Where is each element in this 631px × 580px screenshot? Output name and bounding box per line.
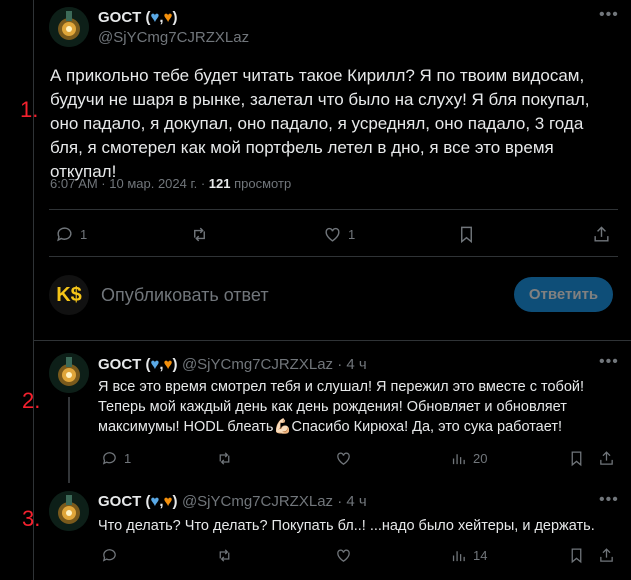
bookmark-button[interactable]	[457, 225, 476, 244]
heart-icon	[337, 452, 350, 465]
avatar[interactable]	[49, 491, 89, 531]
retweet-button[interactable]	[190, 225, 209, 244]
views-count: 14	[473, 548, 488, 563]
annotation-3: 3.	[22, 506, 41, 531]
bookmark-icon	[571, 451, 582, 467]
like-button[interactable]	[335, 450, 352, 467]
reply-input[interactable]: Опубликовать ответ	[101, 285, 269, 306]
analytics-icon	[452, 551, 465, 562]
views-count: 20	[473, 451, 488, 466]
composer-avatar[interactable]: K$	[49, 275, 89, 315]
reply-button[interactable]: 1	[101, 450, 131, 467]
author-handle: @SjYCmg7CJRZXLaz · 4 ч	[181, 356, 367, 373]
bookmark-button[interactable]	[568, 450, 585, 467]
author-line[interactable]: GOCT (♥,♥)	[98, 9, 177, 27]
tweet-text: Что делать? Что делать? Покупать бл..! .…	[98, 518, 595, 534]
reply-icon	[57, 227, 72, 242]
reply-submit-button[interactable]: Ответить	[514, 277, 613, 312]
reply-button[interactable]: 1	[55, 225, 87, 244]
share-icon	[600, 548, 613, 562]
tweet-text: А прикольно тебе будет читать такое Кири…	[50, 66, 590, 181]
column-border	[33, 0, 34, 580]
tweet-meta: 6:07 AM · 10 мар. 2024 г. · 121 просмотр	[50, 176, 291, 191]
reply-count: 1	[80, 227, 88, 242]
reply-icon	[102, 452, 116, 465]
views-count: 121	[208, 176, 231, 191]
author-handle[interactable]: @SjYCmg7CJRZXLaz	[98, 29, 249, 46]
share-button[interactable]	[598, 547, 615, 564]
analytics-icon	[452, 454, 465, 465]
thread-line	[68, 397, 70, 483]
more-icon[interactable]: •••	[599, 491, 619, 509]
tweet-time[interactable]: 6:07 AM · 10 мар. 2024 г. ·	[50, 176, 209, 191]
share-button[interactable]	[598, 450, 615, 467]
heart-icon	[325, 227, 340, 242]
bookmark-button[interactable]	[568, 547, 585, 564]
avatar[interactable]	[49, 7, 89, 47]
more-icon[interactable]: •••	[599, 6, 619, 24]
share-button[interactable]	[592, 225, 611, 244]
author-handle: @SjYCmg7CJRZXLaz · 4 ч	[181, 493, 367, 510]
like-button[interactable]: 1	[323, 225, 355, 244]
like-button[interactable]	[335, 547, 352, 564]
author-name: GOCT (	[98, 9, 151, 26]
retweet-icon	[194, 227, 205, 242]
annotation-1: 1.	[20, 97, 39, 122]
more-icon[interactable]: •••	[599, 353, 619, 371]
bookmark-icon	[571, 548, 582, 564]
reply-count: 1	[124, 451, 132, 466]
retweet-button[interactable]	[216, 547, 233, 564]
views-button[interactable]: 14	[450, 547, 487, 564]
retweet-icon	[219, 549, 230, 562]
author-name: GOCT (	[98, 493, 151, 510]
tweet-text: Я все это время смотрел тебя и слушал! Я…	[98, 379, 585, 435]
divider	[49, 256, 618, 257]
avatar-image-icon	[49, 353, 89, 393]
bookmark-icon	[461, 226, 472, 244]
reply-icon	[102, 549, 116, 562]
views-label: просмотр	[230, 176, 292, 191]
avatar-image-icon	[49, 491, 89, 531]
author-line[interactable]: GOCT (♥,♥) @SjYCmg7CJRZXLaz · 4 ч	[98, 493, 367, 511]
divider	[49, 209, 618, 210]
divider	[33, 340, 631, 341]
annotation-2: 2.	[22, 388, 41, 413]
reply-button[interactable]	[101, 547, 118, 564]
views-button[interactable]: 20	[450, 450, 487, 467]
share-icon	[594, 226, 609, 242]
retweet-icon	[219, 452, 230, 465]
avatar-image-icon	[49, 7, 89, 47]
retweet-button[interactable]	[216, 450, 233, 467]
composer-avatar-text: K$	[56, 283, 82, 306]
avatar[interactable]	[49, 353, 89, 393]
like-count: 1	[348, 227, 356, 242]
share-icon	[600, 451, 613, 465]
heart-icon	[337, 549, 350, 562]
author-name: GOCT (	[98, 356, 151, 373]
author-line[interactable]: GOCT (♥,♥) @SjYCmg7CJRZXLaz · 4 ч	[98, 356, 367, 374]
